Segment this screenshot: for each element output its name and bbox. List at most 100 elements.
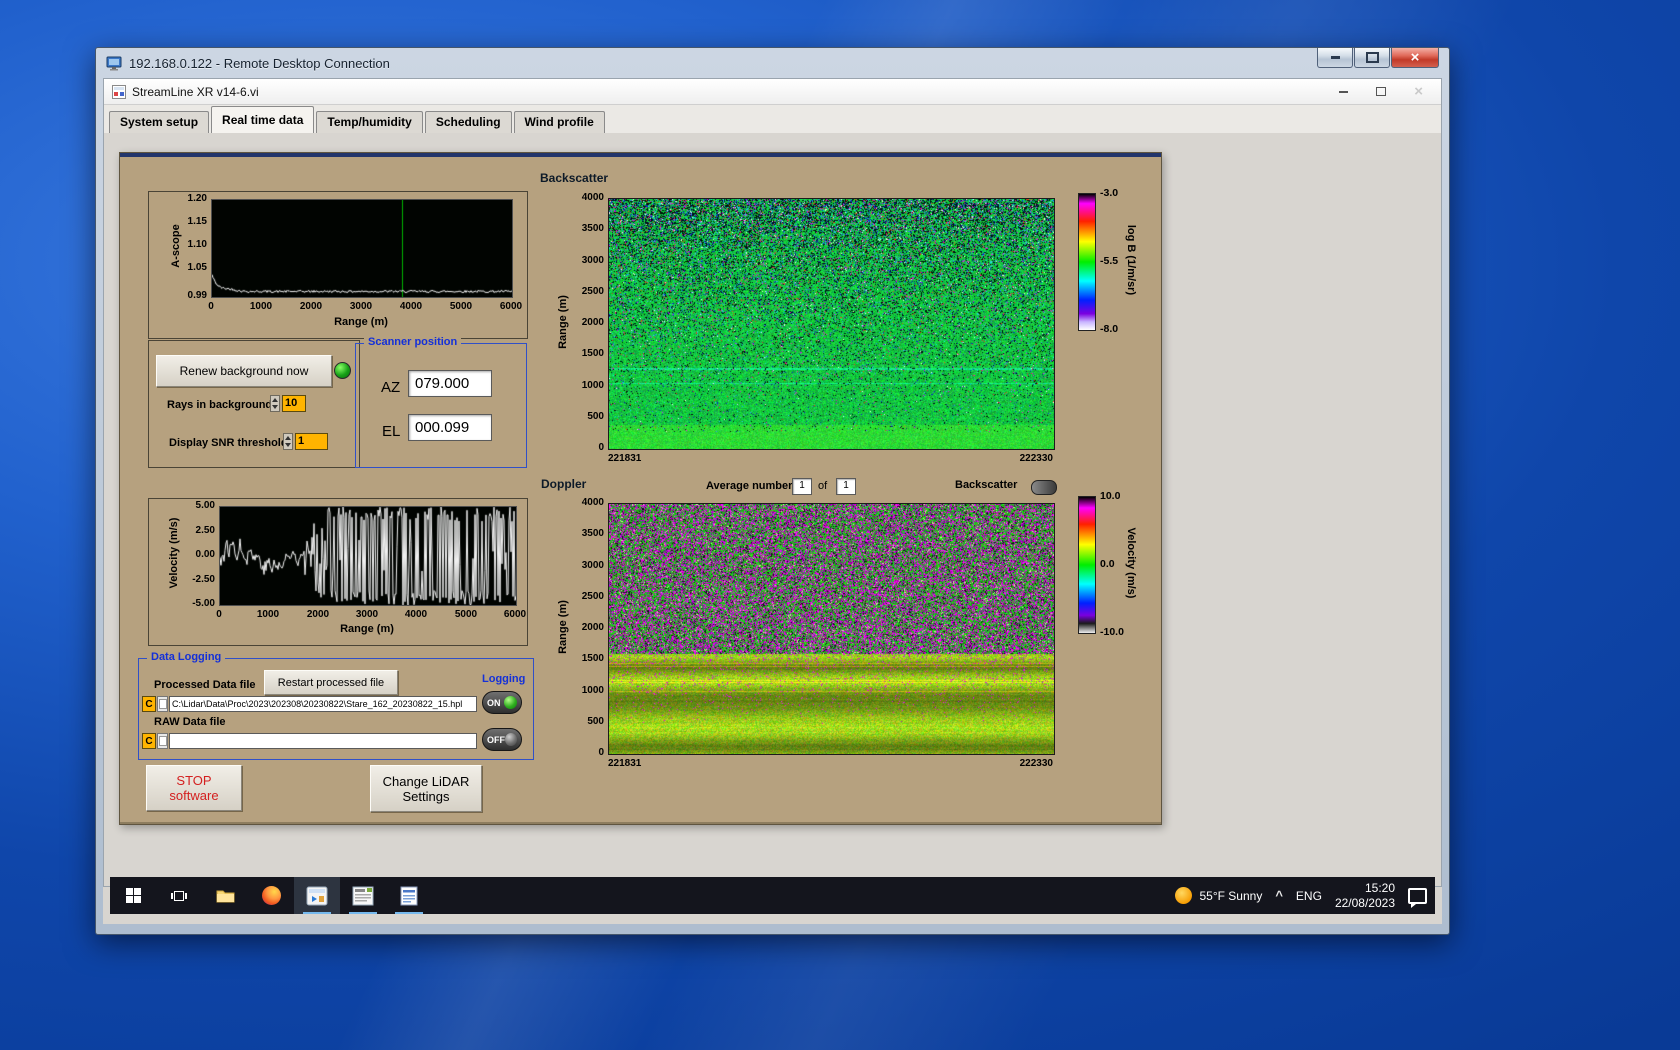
app-minimize-button[interactable] <box>1339 90 1349 93</box>
processed-path-field[interactable]: C:\Lidar\Data\Proc\2023\202308\20230822\… <box>169 696 477 712</box>
app-restore-button[interactable] <box>1376 87 1387 96</box>
stop-line2: software <box>169 788 219 803</box>
firefox-button[interactable] <box>248 877 294 914</box>
spin-down-icon[interactable] <box>285 442 291 447</box>
y-tick-label: 500 <box>587 716 604 727</box>
x-tick-label: 0 <box>216 609 222 620</box>
raw-path-field[interactable] <box>169 733 477 749</box>
backscatter-spectrogram[interactable] <box>608 198 1055 450</box>
tab-wind-profile[interactable]: Wind profile <box>513 111 605 133</box>
x-tick-label: 6000 <box>503 609 527 620</box>
raw-drive-box[interactable]: C <box>142 733 156 749</box>
tray-chevron-icon[interactable] <box>1275 888 1283 903</box>
spin-up-icon[interactable] <box>285 436 291 441</box>
stop-software-button[interactable]: STOP software <box>146 765 242 811</box>
y-tick-label: 500 <box>587 411 604 422</box>
y-tick-label: 4000 <box>581 192 604 203</box>
clock-date: 22/08/2023 <box>1334 895 1395 910</box>
tab-real-time-data[interactable]: Real time data <box>211 106 315 134</box>
rays-value-field[interactable]: 10 <box>282 395 306 412</box>
weather-widget[interactable]: 55°F Sunny <box>1175 887 1262 904</box>
folder-icon <box>216 890 234 902</box>
ascope-xlabel: Range (m) <box>334 316 388 328</box>
document-app-button[interactable] <box>386 877 432 914</box>
task-view-button[interactable] <box>156 877 202 914</box>
velocity-plot-group: Velocity (m/s) Range (m) 5.00 2.50 0.00 -2.… <box>148 498 528 646</box>
streamline-app-icon <box>306 886 328 905</box>
scan-scheduler-button[interactable] <box>340 877 386 914</box>
rdp-close-button[interactable] <box>1391 48 1439 68</box>
y-tick-label: 3500 <box>581 223 604 234</box>
tab-content-area: A-scope Range (m) 1.20 1.15 1.10 1.05 0.99 0 1… <box>104 133 1441 886</box>
backscatter-colorbar <box>1078 193 1096 331</box>
restart-processed-file-button[interactable]: Restart processed file <box>264 670 398 695</box>
clock[interactable]: 15:20 22/08/2023 <box>1335 881 1395 911</box>
rays-spinner[interactable] <box>270 395 280 412</box>
tab-temp-humidity[interactable]: Temp/humidity <box>316 111 423 133</box>
backscatter-toggle-label: Backscatter <box>955 479 1018 491</box>
stop-line1: STOP <box>176 773 212 788</box>
y-tick-label: 0 <box>598 747 604 758</box>
rdp-maximize-button[interactable] <box>1354 48 1390 68</box>
el-value-field[interactable]: 000.099 <box>408 414 492 441</box>
x-tick-label: 221831 <box>608 758 642 769</box>
file-explorer-button[interactable] <box>202 877 248 914</box>
y-tick-label: 2500 <box>581 286 604 297</box>
off-led-icon <box>505 733 517 746</box>
x-tick-label: 5000 <box>449 301 473 312</box>
x-tick-label: 4000 <box>399 301 423 312</box>
renew-background-label: Renew background now <box>179 364 309 378</box>
rdp-titlebar[interactable]: 192.168.0.122 - Remote Desktop Connectio… <box>96 48 1449 78</box>
x-tick-label: 0 <box>208 301 214 312</box>
maximize-icon <box>1365 52 1379 63</box>
processed-drive-box[interactable]: C <box>142 696 156 712</box>
x-tick-label: 3000 <box>355 609 379 620</box>
az-value-field[interactable]: 079.000 <box>408 370 492 397</box>
language-indicator[interactable]: ENG <box>1296 889 1322 903</box>
y-tick-label: 0.00 <box>195 549 215 560</box>
raw-logging-switch[interactable]: OFF <box>482 728 522 751</box>
average-number-field[interactable]: 1 <box>792 478 812 495</box>
tab-bar: System setup Real time data Temp/humidit… <box>104 105 1441 134</box>
streamline-app-button[interactable] <box>294 877 340 914</box>
doppler-spectrogram[interactable] <box>608 503 1055 755</box>
y-tick-label: 2.50 <box>195 525 215 536</box>
average-total-field[interactable]: 1 <box>836 478 856 495</box>
renew-background-button[interactable]: Renew background now <box>156 355 332 387</box>
x-tick-label: 221831 <box>608 453 642 464</box>
processed-logging-switch[interactable]: ON <box>482 691 522 714</box>
spin-up-icon[interactable] <box>272 398 278 403</box>
background-control-group: Renew background now Rays in background … <box>148 340 360 468</box>
restart-processed-file-label: Restart processed file <box>277 676 385 689</box>
rdp-minimize-button[interactable] <box>1317 48 1353 68</box>
sun-icon <box>1175 887 1193 904</box>
tab-scheduling[interactable]: Scheduling <box>424 111 512 133</box>
raw-data-file-label: RAW Data file <box>154 716 226 728</box>
start-button[interactable] <box>110 877 156 914</box>
ascope-plot[interactable] <box>211 199 513 298</box>
rdp-window-title: 192.168.0.122 - Remote Desktop Connectio… <box>129 55 390 71</box>
y-tick-label: 1.10 <box>187 239 207 250</box>
snr-value-field[interactable]: 1 <box>295 433 328 450</box>
app-close-button[interactable] <box>1414 84 1423 99</box>
velocity-plot[interactable] <box>219 506 517 606</box>
rdp-window: 192.168.0.122 - Remote Desktop Connectio… <box>95 47 1450 935</box>
processed-browse-icon[interactable] <box>157 696 168 712</box>
change-line2: Settings <box>402 788 450 804</box>
display-snr-threshold-label: Display SNR threshold <box>169 437 288 449</box>
snr-spinner[interactable] <box>283 433 293 450</box>
on-label: ON <box>487 697 501 708</box>
backscatter-display-toggle[interactable] <box>1031 480 1057 495</box>
notification-center-button[interactable] <box>1408 887 1427 908</box>
scanner-position-title: Scanner position <box>364 336 462 348</box>
app-titlebar[interactable]: StreamLine XR v14-6.vi <box>104 79 1441 105</box>
scan-scheduler-icon <box>352 886 374 905</box>
tab-system-setup[interactable]: System setup <box>109 111 210 133</box>
task-view-icon <box>171 890 187 901</box>
raw-browse-icon[interactable] <box>157 733 168 749</box>
change-lidar-settings-button[interactable]: Change LiDAR Settings <box>370 765 482 812</box>
x-tick-label: 3000 <box>349 301 373 312</box>
x-tick-label: 5000 <box>454 609 478 620</box>
spin-down-icon[interactable] <box>272 404 278 409</box>
y-tick-label: 4000 <box>581 497 604 508</box>
